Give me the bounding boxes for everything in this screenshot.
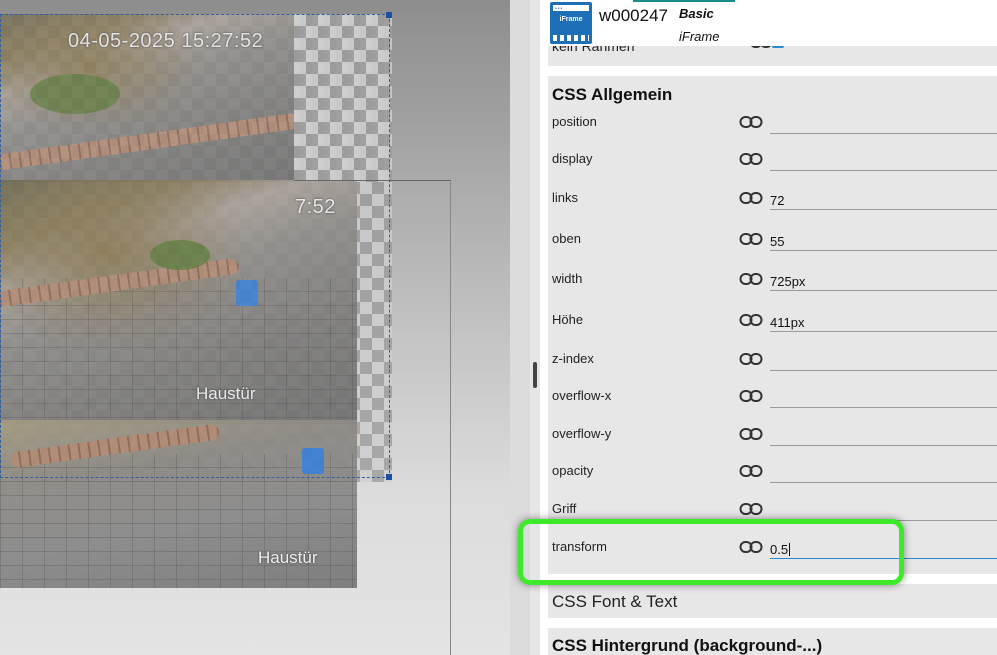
property-row: Höhe 411px (548, 306, 997, 344)
link-icon[interactable] (739, 499, 763, 519)
property-input[interactable]: 72 (770, 184, 997, 210)
property-input[interactable]: 725px (770, 265, 997, 291)
link-icon[interactable] (739, 349, 763, 369)
property-row: oben 55 (548, 225, 997, 263)
link-icon[interactable] (739, 310, 763, 330)
property-row: transform 0.5 (548, 533, 997, 571)
section-title[interactable]: CSS Allgemein (552, 85, 672, 105)
property-row: overflow-x (548, 382, 997, 420)
widget-icon-label: iFrame (559, 16, 583, 23)
property-row: position (548, 108, 997, 146)
link-icon[interactable] (739, 386, 763, 406)
property-value: 0.5 (770, 542, 789, 557)
css-background-section[interactable]: CSS Hintergrund (background-...) (548, 628, 997, 655)
properties-panel: kein Rahmen ••• iFrame w000247 Basic iFr… (540, 0, 997, 655)
section-title[interactable]: CSS Font & Text (552, 592, 677, 612)
property-row: overflow-y (548, 420, 997, 458)
property-label: oben (552, 231, 581, 246)
widget-outline (294, 180, 451, 655)
garden-bush (30, 74, 120, 114)
link-icon[interactable] (739, 424, 763, 444)
property-input[interactable] (770, 457, 997, 483)
widget-header: ••• iFrame w000247 Basic iFrame (540, 0, 997, 46)
iframe-widget-icon: ••• iFrame (550, 2, 592, 44)
property-label: Höhe (552, 312, 584, 327)
header-accent-line (633, 0, 735, 2)
property-row: opacity (548, 457, 997, 495)
link-icon[interactable] (739, 149, 763, 169)
property-label: position (552, 114, 597, 129)
timestamp-overlay: 04-05-2025 15:27:52 (68, 30, 264, 52)
property-label: overflow-x (552, 388, 612, 403)
widget-set: Basic (679, 6, 714, 21)
property-value: 411px (770, 315, 805, 330)
property-value: 72 (770, 193, 785, 208)
property-input[interactable] (770, 420, 997, 446)
css-general-section: CSS Allgemein position display links 72 oben… (548, 76, 997, 574)
property-label: transform (552, 539, 607, 554)
property-label: overflow-y (552, 426, 612, 441)
property-label: display (552, 151, 593, 166)
editor-canvas[interactable]: 04-05-2025 15:27:52 7:52 Haustür Haustür (0, 0, 510, 655)
property-input[interactable] (770, 495, 997, 521)
camera-image-top: 04-05-2025 15:27:52 (0, 14, 294, 182)
transparency-checker-strip (294, 14, 390, 182)
property-input[interactable]: 55 (770, 225, 997, 251)
property-row: z-index (548, 345, 997, 383)
property-row: width 725px (548, 265, 997, 303)
property-input[interactable]: 411px (770, 306, 997, 332)
property-row: display (548, 145, 997, 183)
property-value: 55 (770, 234, 785, 249)
property-row: links 72 (548, 184, 997, 222)
property-label: opacity (552, 463, 594, 478)
garden-curb (0, 112, 294, 172)
property-value: 725px (770, 274, 806, 289)
property-input[interactable] (770, 145, 997, 171)
link-icon[interactable] (739, 269, 763, 289)
property-row: Griff (548, 495, 997, 533)
property-input[interactable] (770, 345, 997, 371)
link-icon[interactable] (739, 461, 763, 481)
property-label: links (552, 190, 579, 205)
property-input[interactable] (770, 108, 997, 134)
property-label: Griff (552, 501, 577, 516)
css-font-section[interactable]: CSS Font & Text (548, 584, 997, 618)
panel-divider (510, 0, 530, 655)
widget-id: w000247 (599, 6, 669, 25)
garden-plant (150, 240, 210, 270)
link-icon[interactable] (739, 229, 763, 249)
link-icon[interactable] (739, 188, 763, 208)
link-icon[interactable] (739, 537, 763, 557)
blue-bin (236, 280, 258, 306)
splitter-handle[interactable] (533, 362, 537, 388)
property-label: width (552, 271, 583, 286)
widget-type: iFrame (679, 29, 720, 44)
property-input[interactable] (770, 382, 997, 408)
camera-label: Haustür (196, 384, 256, 403)
property-label: z-index (552, 351, 594, 366)
property-input[interactable]: 0.5 (770, 533, 997, 559)
section-title[interactable]: CSS Hintergrund (background-...) (552, 636, 822, 655)
text-caret (789, 543, 791, 556)
link-icon[interactable] (739, 112, 763, 132)
